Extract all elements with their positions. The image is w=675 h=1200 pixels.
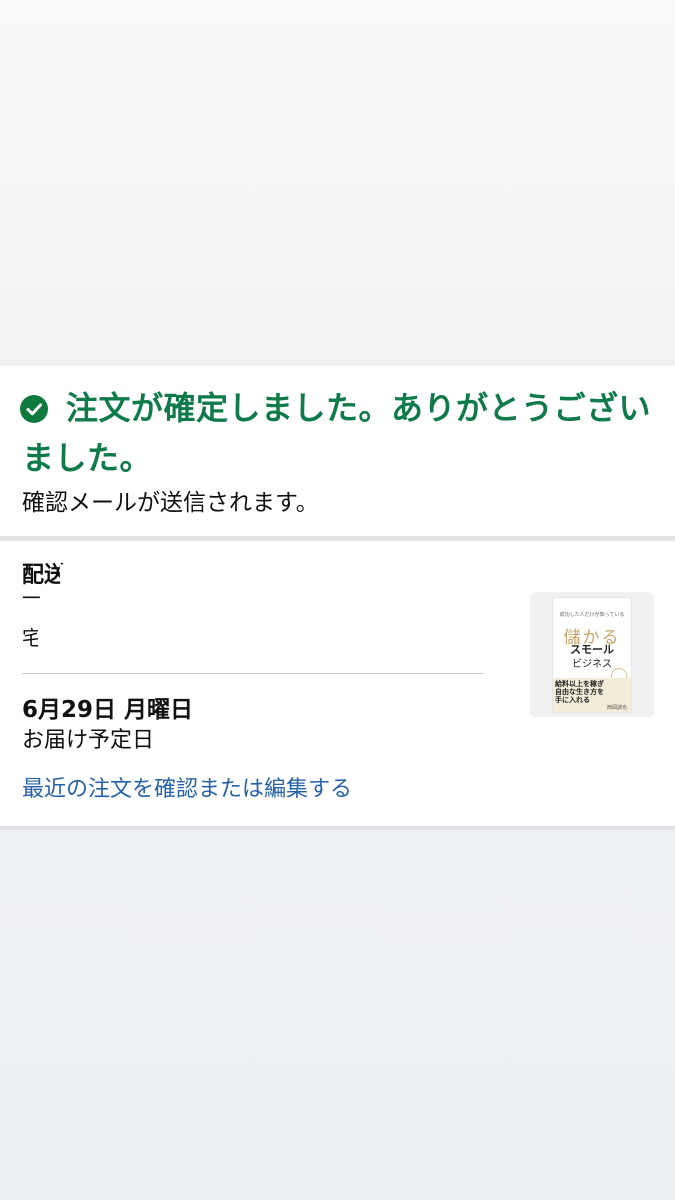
book-band: 給料以上を稼ぎ 自由な生き方を 手に入れる 西岡誠也	[553, 678, 631, 712]
redaction-mark	[38, 626, 138, 652]
book-band-text-1: 給料以上を稼ぎ	[555, 680, 604, 688]
blank-top-area	[0, 0, 675, 366]
book-cover-image: 成功した人だけが知っている 儲かる スモール ビジネス 給料以上を稼ぎ 自由な生…	[553, 598, 631, 712]
book-author: 西岡誠也	[606, 705, 627, 711]
delivery-date-label: お届け予定日	[22, 728, 155, 753]
delivery-divider	[22, 673, 484, 674]
book-band-text-3: 手に入れる	[555, 696, 590, 704]
book-kicker: 成功した人だけが知っている	[559, 612, 625, 618]
order-confirmed-title: 注文が確定しました。ありがとうございました。	[22, 389, 652, 477]
confirmation-email-note: 確認メールが送信されます。	[22, 490, 319, 516]
section-divider	[0, 826, 675, 830]
delivery-date: 6月29日 月曜日	[22, 697, 194, 723]
view-edit-orders-link[interactable]: 最近の注文を確認または編集する	[22, 773, 352, 807]
book-band-text-2: 自由な生き方を	[555, 688, 604, 696]
